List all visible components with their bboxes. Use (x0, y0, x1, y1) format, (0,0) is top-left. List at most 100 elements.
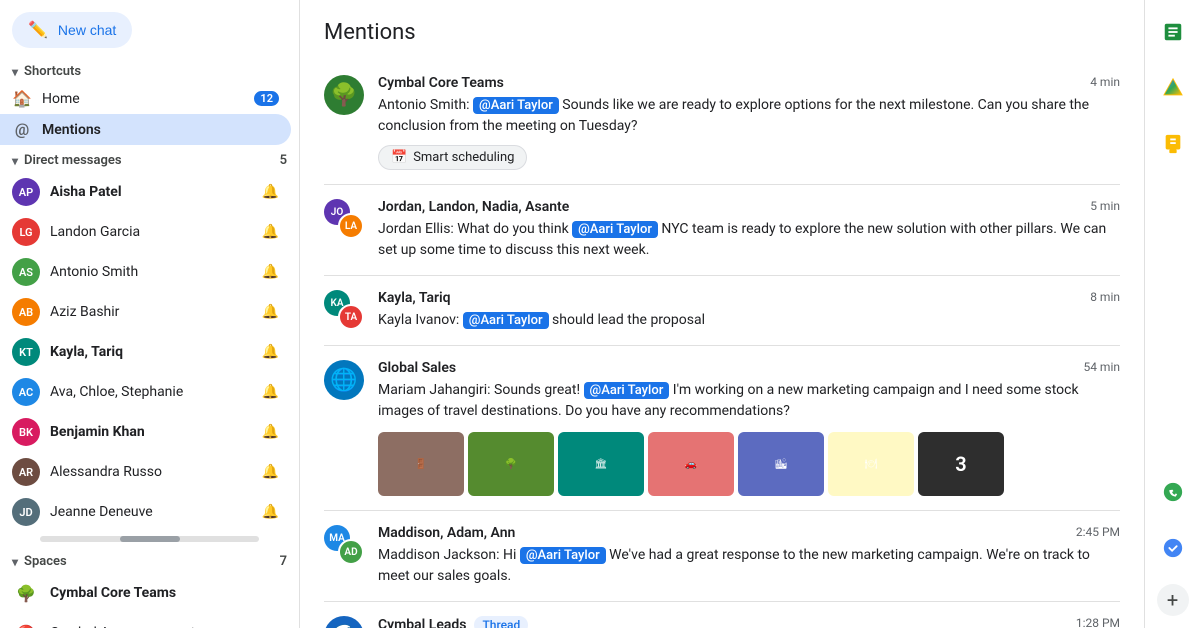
avatar: BK (12, 418, 40, 446)
shortcuts-section-header[interactable]: ▾ Shortcuts (0, 56, 299, 83)
rail-plus-button[interactable]: + (1157, 584, 1189, 616)
mention-sender: Cymbal Core Teams (378, 75, 504, 91)
avatar: AC (12, 378, 40, 406)
sidebar-contact-item[interactable]: AC Ava, Chloe, Stephanie 🔔 (0, 372, 291, 412)
avatar: LG (12, 218, 40, 246)
chip-label: Smart scheduling (413, 150, 514, 165)
mention-suffix: should lead the proposal (549, 312, 705, 328)
contact-name: Antonio Smith (50, 264, 252, 280)
spaces-badge: 7 (280, 554, 287, 569)
space-name: Cymbal Core Teams (50, 585, 279, 601)
mention-card[interactable]: 🌐 Global Sales 54 min Mariam Jahangiri: … (324, 346, 1120, 511)
new-chat-button[interactable]: ✏️ New chat (12, 12, 132, 48)
chip-icon: 📅 (391, 150, 407, 165)
gallery-img-emoji: 🚗 (648, 432, 734, 496)
mention-card[interactable]: JO LA Jordan, Landon, Nadia, Asante 5 mi… (324, 185, 1120, 276)
dm-label: Direct messages (24, 153, 122, 168)
mention-card[interactable]: 🌳 Cymbal Core Teams 4 min Antonio Smith:… (324, 61, 1120, 185)
sidebar-contact-item[interactable]: AP Aisha Patel 🔔 (0, 172, 291, 212)
mention-card[interactable]: MA AD Maddison, Adam, Ann 2:45 PM Maddis… (324, 511, 1120, 602)
mention-text: Maddison Jackson: Hi @Aari Taylor We've … (378, 545, 1120, 587)
home-badge: 12 (254, 91, 279, 106)
mention-sender: Global Sales (378, 360, 456, 376)
direct-messages-section-header[interactable]: ▾ Direct messages 5 (0, 145, 299, 172)
nav-item-mentions[interactable]: @ Mentions (0, 114, 291, 145)
space-icon: 🌳 (12, 579, 40, 607)
sidebar-contact-item[interactable]: BK Benjamin Khan 🔔 (0, 412, 291, 452)
nav-item-home[interactable]: 🏠 Home 12 (0, 83, 291, 114)
at-icon: @ (12, 120, 32, 139)
gallery-image[interactable]: 🍽 (828, 432, 914, 496)
sidebar-contact-item[interactable]: JD Jeanne Deneuve 🔔 (0, 492, 291, 532)
rail-icon-keep[interactable] (1153, 124, 1193, 164)
mention-time: 8 min (1090, 290, 1120, 304)
bell-icon: 🔔 (262, 184, 279, 200)
mention-time: 1:28 PM (1076, 616, 1120, 628)
contact-name: Kayla, Tariq (50, 344, 252, 360)
mention-header: Global Sales 54 min (378, 360, 1120, 376)
rail-icon-drive[interactable] (1153, 68, 1193, 108)
gallery-image[interactable]: 🌳 (468, 432, 554, 496)
sidebar-space-item[interactable]: 🌳 Cymbal Core Teams (0, 573, 291, 613)
sidebar-contact-item[interactable]: KT Kayla, Tariq 🔔 (0, 332, 291, 372)
smart-scheduling-chip[interactable]: 📅 Smart scheduling (378, 145, 527, 170)
mention-card[interactable]: KA TA Kayla, Tariq 8 min Kayla Ivanov: @… (324, 276, 1120, 346)
mention-sender-row: Jordan, Landon, Nadia, Asante (378, 199, 569, 215)
plus-icon: + (1167, 588, 1178, 612)
mention-header: Kayla, Tariq 8 min (378, 290, 1120, 306)
gallery-image[interactable]: 🏛 (558, 432, 644, 496)
mention-time: 2:45 PM (1076, 525, 1120, 539)
contact-name: Alessandra Russo (50, 464, 252, 480)
spaces-label: Spaces (24, 554, 67, 569)
avatar: AR (12, 458, 40, 486)
gallery-more[interactable]: 3 (918, 432, 1004, 496)
group-avatar: KA TA (324, 290, 364, 330)
mention-body: Kayla, Tariq 8 min Kayla Ivanov: @Aari T… (378, 290, 1120, 331)
pencil-icon: ✏️ (28, 20, 48, 40)
gallery-image[interactable]: 🚪 (378, 432, 464, 496)
sidebar-contact-item[interactable]: AR Alessandra Russo 🔔 (0, 452, 291, 492)
home-label: Home (42, 91, 244, 107)
rail-icon-tasks[interactable] (1153, 528, 1193, 568)
mention-sender-row: Maddison, Adam, Ann (378, 525, 515, 541)
mention-tag: @Aari Taylor (572, 221, 658, 238)
gallery-image[interactable]: 🏙 (738, 432, 824, 496)
mention-sender: Kayla, Tariq (378, 290, 451, 306)
rail-icon-sheets[interactable] (1153, 12, 1193, 52)
mention-body: Cymbal LeadsThread 1:28 PM Juan Ferreira… (378, 616, 1120, 628)
mention-body: Global Sales 54 min Mariam Jahangiri: So… (378, 360, 1120, 496)
avatar: AS (12, 258, 40, 286)
mention-body: Cymbal Core Teams 4 min Antonio Smith: @… (378, 75, 1120, 170)
sidebar-space-item[interactable]: 🔴 Cymbal Announcements (0, 613, 291, 628)
mention-sender: Maddison, Adam, Ann (378, 525, 515, 541)
mention-sender: Jordan, Landon, Nadia, Asante (378, 199, 569, 215)
mention-body: Maddison, Adam, Ann 2:45 PM Maddison Jac… (378, 525, 1120, 587)
contact-name: Benjamin Khan (50, 424, 252, 440)
bell-icon: 🔔 (262, 464, 279, 480)
avatar: JD (12, 498, 40, 526)
bell-icon: 🔔 (262, 424, 279, 440)
mention-time: 4 min (1090, 75, 1120, 89)
gallery-img-emoji: 🌳 (468, 432, 554, 496)
page-title: Mentions (324, 20, 1120, 45)
mention-tag: @Aari Taylor (520, 547, 606, 564)
mention-prefix: Jordan Ellis: What do you think (378, 221, 572, 237)
mention-header: Cymbal LeadsThread 1:28 PM (378, 616, 1120, 628)
mention-text: Mariam Jahangiri: Sounds great! @Aari Ta… (378, 380, 1120, 422)
gallery-image[interactable]: 🚗 (648, 432, 734, 496)
sidebar-contact-item[interactable]: LG Landon Garcia 🔔 (0, 212, 291, 252)
new-chat-label: New chat (58, 22, 116, 38)
contact-name: Aziz Bashir (50, 304, 252, 320)
sidebar-contact-item[interactable]: AB Aziz Bashir 🔔 (0, 292, 291, 332)
mention-sender-row: Kayla, Tariq (378, 290, 451, 306)
mention-card[interactable]: 🌊 Cymbal LeadsThread 1:28 PM Juan Ferrei… (324, 602, 1120, 628)
mention-tag: @Aari Taylor (473, 97, 559, 114)
mention-prefix: Kayla Ivanov: (378, 312, 463, 328)
spaces-section-header[interactable]: ▾ Spaces 7 (0, 546, 299, 573)
contact-name: Ava, Chloe, Stephanie (50, 384, 252, 400)
sidebar-contact-item[interactable]: AS Antonio Smith 🔔 (0, 252, 291, 292)
mention-header: Cymbal Core Teams 4 min (378, 75, 1120, 91)
rail-icon-phone[interactable] (1153, 472, 1193, 512)
bell-icon: 🔔 (262, 504, 279, 520)
scrollbar-track[interactable] (40, 536, 259, 542)
